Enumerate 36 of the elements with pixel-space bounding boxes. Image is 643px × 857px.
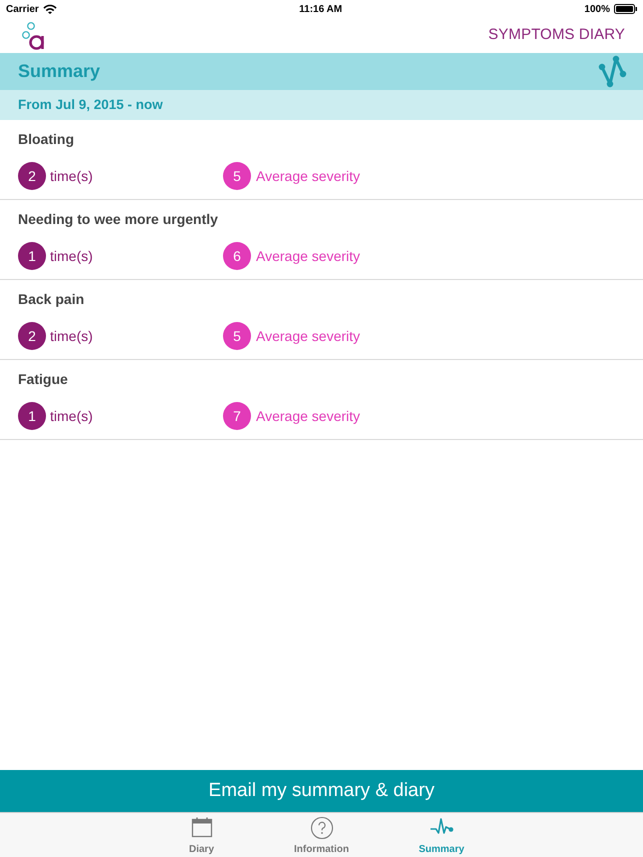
section-title: Summary — [18, 60, 100, 83]
date-range: From Jul 9, 2015 - now — [18, 96, 163, 114]
carrier-label: Carrier — [6, 2, 39, 16]
count-label: time(s) — [50, 246, 93, 266]
count-label: time(s) — [50, 166, 93, 186]
severity-badge: 6 — [223, 242, 251, 270]
calendar-icon — [190, 816, 214, 840]
clock-time: 11:16 AM — [299, 2, 342, 16]
tab-button[interactable]: Diary — [142, 813, 262, 857]
symptom-name: Back pain — [18, 290, 86, 308]
count-label: time(s) — [50, 406, 93, 426]
email-button[interactable]: Email my summary & diary — [0, 770, 643, 812]
severity-label: Average severity — [256, 166, 360, 186]
logo-icon — [22, 22, 46, 50]
count-badge: 2 — [18, 322, 46, 350]
battery-icon — [614, 4, 637, 14]
symptom-name: Needing to wee more urgently — [18, 210, 219, 228]
help-icon — [310, 816, 334, 840]
severity-label: Average severity — [256, 406, 360, 426]
symptom-name: Fatigue — [18, 370, 69, 388]
symptom-name: Bloating — [18, 130, 75, 148]
severity-badge: 7 — [223, 402, 251, 430]
tab-button[interactable]: Summary — [382, 813, 502, 857]
pulse-icon — [598, 55, 627, 88]
count-badge: 2 — [18, 162, 46, 190]
count-badge: 1 — [18, 402, 46, 430]
app-title: SYMPTOMS DIARY — [488, 25, 625, 46]
wifi-icon — [42, 4, 57, 14]
severity-label: Average severity — [256, 326, 360, 346]
severity-label: Average severity — [256, 246, 360, 266]
count-label: time(s) — [50, 326, 93, 346]
tab-button[interactable]: Information — [262, 813, 382, 857]
severity-badge: 5 — [223, 322, 251, 350]
battery-percent: 100% — [584, 2, 610, 16]
count-badge: 1 — [18, 242, 46, 270]
severity-badge: 5 — [223, 162, 251, 190]
